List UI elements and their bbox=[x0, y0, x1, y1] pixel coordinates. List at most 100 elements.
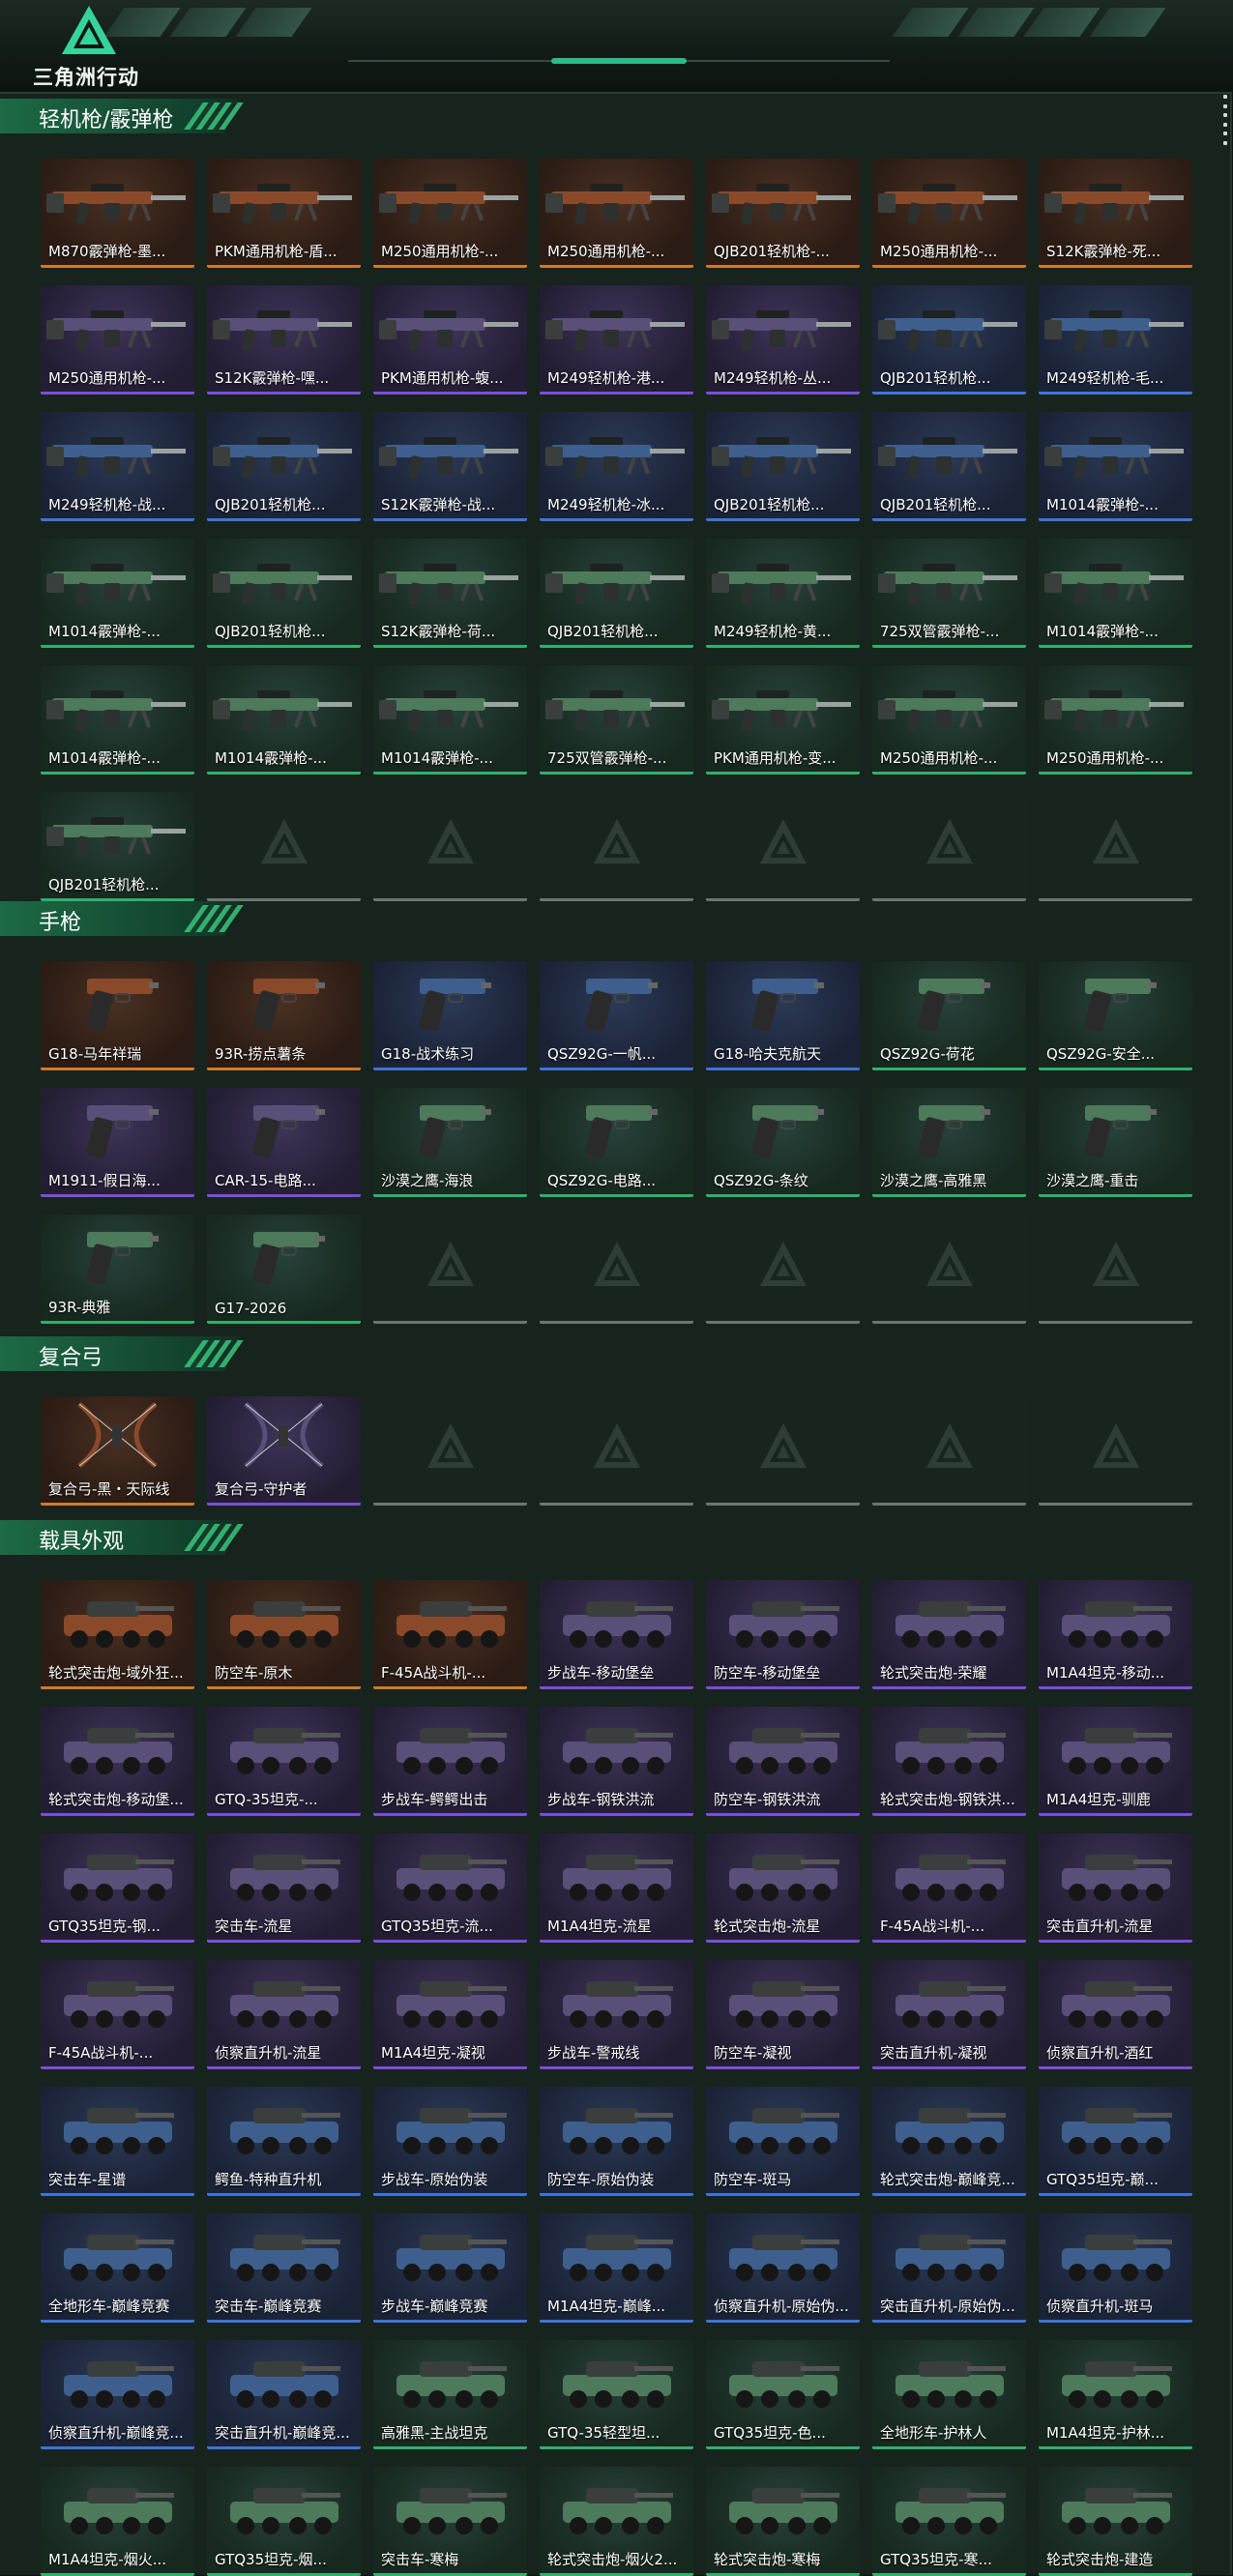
skin-card[interactable]: G18-哈夫克航天 bbox=[706, 961, 860, 1070]
skin-card[interactable]: QJB201轻机枪... bbox=[872, 412, 1026, 521]
skin-card[interactable]: 步战车-钢铁洪流 bbox=[540, 1707, 693, 1816]
skin-card[interactable]: PKM通用机枪-蝮... bbox=[373, 285, 527, 395]
skin-card[interactable]: M1014霰弹枪-... bbox=[41, 539, 194, 648]
skin-card[interactable]: QJB201轻机枪-... bbox=[706, 159, 860, 268]
skin-card[interactable]: M250通用机枪-... bbox=[872, 159, 1026, 268]
skin-card[interactable]: G18-马年祥瑞 bbox=[41, 961, 194, 1070]
skin-card[interactable]: M1A4坦克-巅峰... bbox=[540, 2213, 693, 2323]
skin-card[interactable]: GTQ-35坦克-... bbox=[207, 1707, 361, 1816]
skin-card[interactable]: M249轻机枪-战... bbox=[41, 412, 194, 521]
skin-card[interactable]: QSZ92G-一帆... bbox=[540, 961, 693, 1070]
skin-card[interactable]: GTQ35坦克-巅... bbox=[1039, 2087, 1192, 2196]
skin-card[interactable]: 轮式突击炮-寒梅 bbox=[706, 2467, 860, 2576]
skin-card[interactable]: GTQ35坦克-钢... bbox=[41, 1833, 194, 1943]
skin-card[interactable]: M1911-假日海... bbox=[41, 1088, 194, 1197]
skin-card[interactable]: 侦察直升机-斑马 bbox=[1039, 2213, 1192, 2323]
skin-card[interactable]: 轮式突击炮-建造 bbox=[1039, 2467, 1192, 2576]
skin-card[interactable]: GTQ-35轻型坦... bbox=[540, 2340, 693, 2449]
skin-card[interactable]: 轮式突击炮-域外狂... bbox=[41, 1580, 194, 1689]
skin-card[interactable]: F-45A战斗机-... bbox=[41, 1960, 194, 2069]
skin-card[interactable]: 鳄鱼-特种直升机 bbox=[207, 2087, 361, 2196]
skin-card[interactable]: QSZ92G-安全... bbox=[1039, 961, 1192, 1070]
skin-card[interactable]: S12K霰弹枪-嘿... bbox=[207, 285, 361, 395]
skin-card[interactable]: 突击车-流星 bbox=[207, 1833, 361, 1943]
skin-card[interactable]: 轮式突击炮-钢铁洪... bbox=[872, 1707, 1026, 1816]
skin-card[interactable]: 复合弓-守护者 bbox=[207, 1396, 361, 1506]
skin-card[interactable]: M1A4坦克-驯鹿 bbox=[1039, 1707, 1192, 1816]
skin-card[interactable]: M1014霰弹枪-... bbox=[1039, 539, 1192, 648]
skin-card[interactable]: M250通用机枪-... bbox=[373, 159, 527, 268]
skin-card[interactable]: G18-战术练习 bbox=[373, 961, 527, 1070]
skin-card[interactable]: 轮式突击炮-流星 bbox=[706, 1833, 860, 1943]
skin-card[interactable]: 步战车-移动堡垒 bbox=[540, 1580, 693, 1689]
skin-card[interactable]: GTQ35坦克-色... bbox=[706, 2340, 860, 2449]
skin-card[interactable]: F-45A战斗机-... bbox=[872, 1833, 1026, 1943]
skin-card[interactable]: 突击车-寒梅 bbox=[373, 2467, 527, 2576]
skin-card[interactable]: 防空车-斑马 bbox=[706, 2087, 860, 2196]
skin-card[interactable]: M250通用机枪-... bbox=[1039, 665, 1192, 775]
skin-card[interactable]: 突击直升机-巅峰竞... bbox=[207, 2340, 361, 2449]
skin-card[interactable]: 防空车-原始伪装 bbox=[540, 2087, 693, 2196]
skin-card[interactable]: M1A4坦克-移动... bbox=[1039, 1580, 1192, 1689]
skin-card[interactable]: 轮式突击炮-巅峰竞... bbox=[872, 2087, 1026, 2196]
skin-card[interactable]: 侦察直升机-流星 bbox=[207, 1960, 361, 2069]
skin-card[interactable]: QJB201轻机枪... bbox=[207, 412, 361, 521]
skin-card[interactable]: 侦察直升机-原始伪... bbox=[706, 2213, 860, 2323]
skin-card[interactable]: 高雅黑-主战坦克 bbox=[373, 2340, 527, 2449]
skin-card[interactable]: QJB201轻机枪... bbox=[872, 285, 1026, 395]
skin-card[interactable]: GTQ35坦克-流... bbox=[373, 1833, 527, 1943]
scrollbar[interactable] bbox=[1223, 95, 1227, 145]
skin-card[interactable]: 步战车-鳄鳄出击 bbox=[373, 1707, 527, 1816]
skin-card[interactable]: QSZ92G-电路... bbox=[540, 1088, 693, 1197]
skin-card[interactable]: M1014霰弹枪-... bbox=[41, 665, 194, 775]
skin-card[interactable]: 轮式突击炮-移动堡... bbox=[41, 1707, 194, 1816]
skin-card[interactable]: M250通用机枪-... bbox=[540, 159, 693, 268]
skin-card[interactable]: GTQ35坦克-寒... bbox=[872, 2467, 1026, 2576]
skin-card[interactable]: 全地形车-护林人 bbox=[872, 2340, 1026, 2449]
skin-card[interactable]: M249轻机枪-毛... bbox=[1039, 285, 1192, 395]
skin-card[interactable]: F-45A战斗机-... bbox=[373, 1580, 527, 1689]
skin-card[interactable]: S12K霰弹枪-死... bbox=[1039, 159, 1192, 268]
skin-card[interactable]: 防空车-凝视 bbox=[706, 1960, 860, 2069]
skin-card[interactable]: QJB201轻机枪... bbox=[706, 412, 860, 521]
skin-card[interactable]: M249轻机枪-港... bbox=[540, 285, 693, 395]
skin-card[interactable]: 防空车-钢铁洪流 bbox=[706, 1707, 860, 1816]
skin-card[interactable]: M250通用机枪-... bbox=[41, 285, 194, 395]
skin-card[interactable]: 突击直升机-凝视 bbox=[872, 1960, 1026, 2069]
skin-card[interactable]: 沙漠之鹰-高雅黑 bbox=[872, 1088, 1026, 1197]
skin-card[interactable]: 沙漠之鹰-重击 bbox=[1039, 1088, 1192, 1197]
skin-card[interactable]: M250通用机枪-... bbox=[872, 665, 1026, 775]
skin-card[interactable]: M1A4坦克-流星 bbox=[540, 1833, 693, 1943]
skin-card[interactable]: 步战车-警戒线 bbox=[540, 1960, 693, 2069]
skin-card[interactable]: 突击车-星谱 bbox=[41, 2087, 194, 2196]
skin-card[interactable]: 沙漠之鹰-海浪 bbox=[373, 1088, 527, 1197]
skin-card[interactable]: M1014霰弹枪-... bbox=[1039, 412, 1192, 521]
skin-card[interactable]: 侦察直升机-酒红 bbox=[1039, 1960, 1192, 2069]
skin-card[interactable]: 93R-捞点薯条 bbox=[207, 961, 361, 1070]
skin-card[interactable]: M249轻机枪-黄... bbox=[706, 539, 860, 648]
skin-card[interactable]: S12K霰弹枪-战... bbox=[373, 412, 527, 521]
skin-card[interactable]: 步战车-巅峰竞赛 bbox=[373, 2213, 527, 2323]
skin-card[interactable]: 侦察直升机-巅峰竞... bbox=[41, 2340, 194, 2449]
skin-card[interactable]: M1014霰弹枪-... bbox=[373, 665, 527, 775]
skin-card[interactable]: QJB201轻机枪... bbox=[540, 539, 693, 648]
skin-card[interactable]: M1014霰弹枪-... bbox=[207, 665, 361, 775]
skin-card[interactable]: PKM通用机枪-盾... bbox=[207, 159, 361, 268]
skin-card[interactable]: 突击车-巅峰竞赛 bbox=[207, 2213, 361, 2323]
skin-card[interactable]: M249轻机枪-丛... bbox=[706, 285, 860, 395]
skin-card[interactable]: 725双管霰弹枪-... bbox=[872, 539, 1026, 648]
skin-card[interactable]: 突击直升机-原始伪... bbox=[872, 2213, 1026, 2323]
skin-card[interactable]: 步战车-原始伪装 bbox=[373, 2087, 527, 2196]
skin-card[interactable]: 725双管霰弹枪-... bbox=[540, 665, 693, 775]
skin-card[interactable]: 防空车-移动堡垒 bbox=[706, 1580, 860, 1689]
skin-card[interactable]: M249轻机枪-冰... bbox=[540, 412, 693, 521]
skin-card[interactable]: QJB201轻机枪... bbox=[41, 792, 194, 901]
skin-card[interactable]: G17-2026 bbox=[207, 1215, 361, 1324]
skin-card[interactable]: 复合弓-黑・天际线 bbox=[41, 1396, 194, 1506]
skin-card[interactable]: QJB201轻机枪... bbox=[207, 539, 361, 648]
skin-card[interactable]: 轮式突击炮-烟火2... bbox=[540, 2467, 693, 2576]
skin-card[interactable]: PKM通用机枪-变... bbox=[706, 665, 860, 775]
skin-card[interactable]: 防空车-原木 bbox=[207, 1580, 361, 1689]
skin-card[interactable]: M870霰弹枪-墨... bbox=[41, 159, 194, 268]
skin-card[interactable]: M1A4坦克-护林... bbox=[1039, 2340, 1192, 2449]
